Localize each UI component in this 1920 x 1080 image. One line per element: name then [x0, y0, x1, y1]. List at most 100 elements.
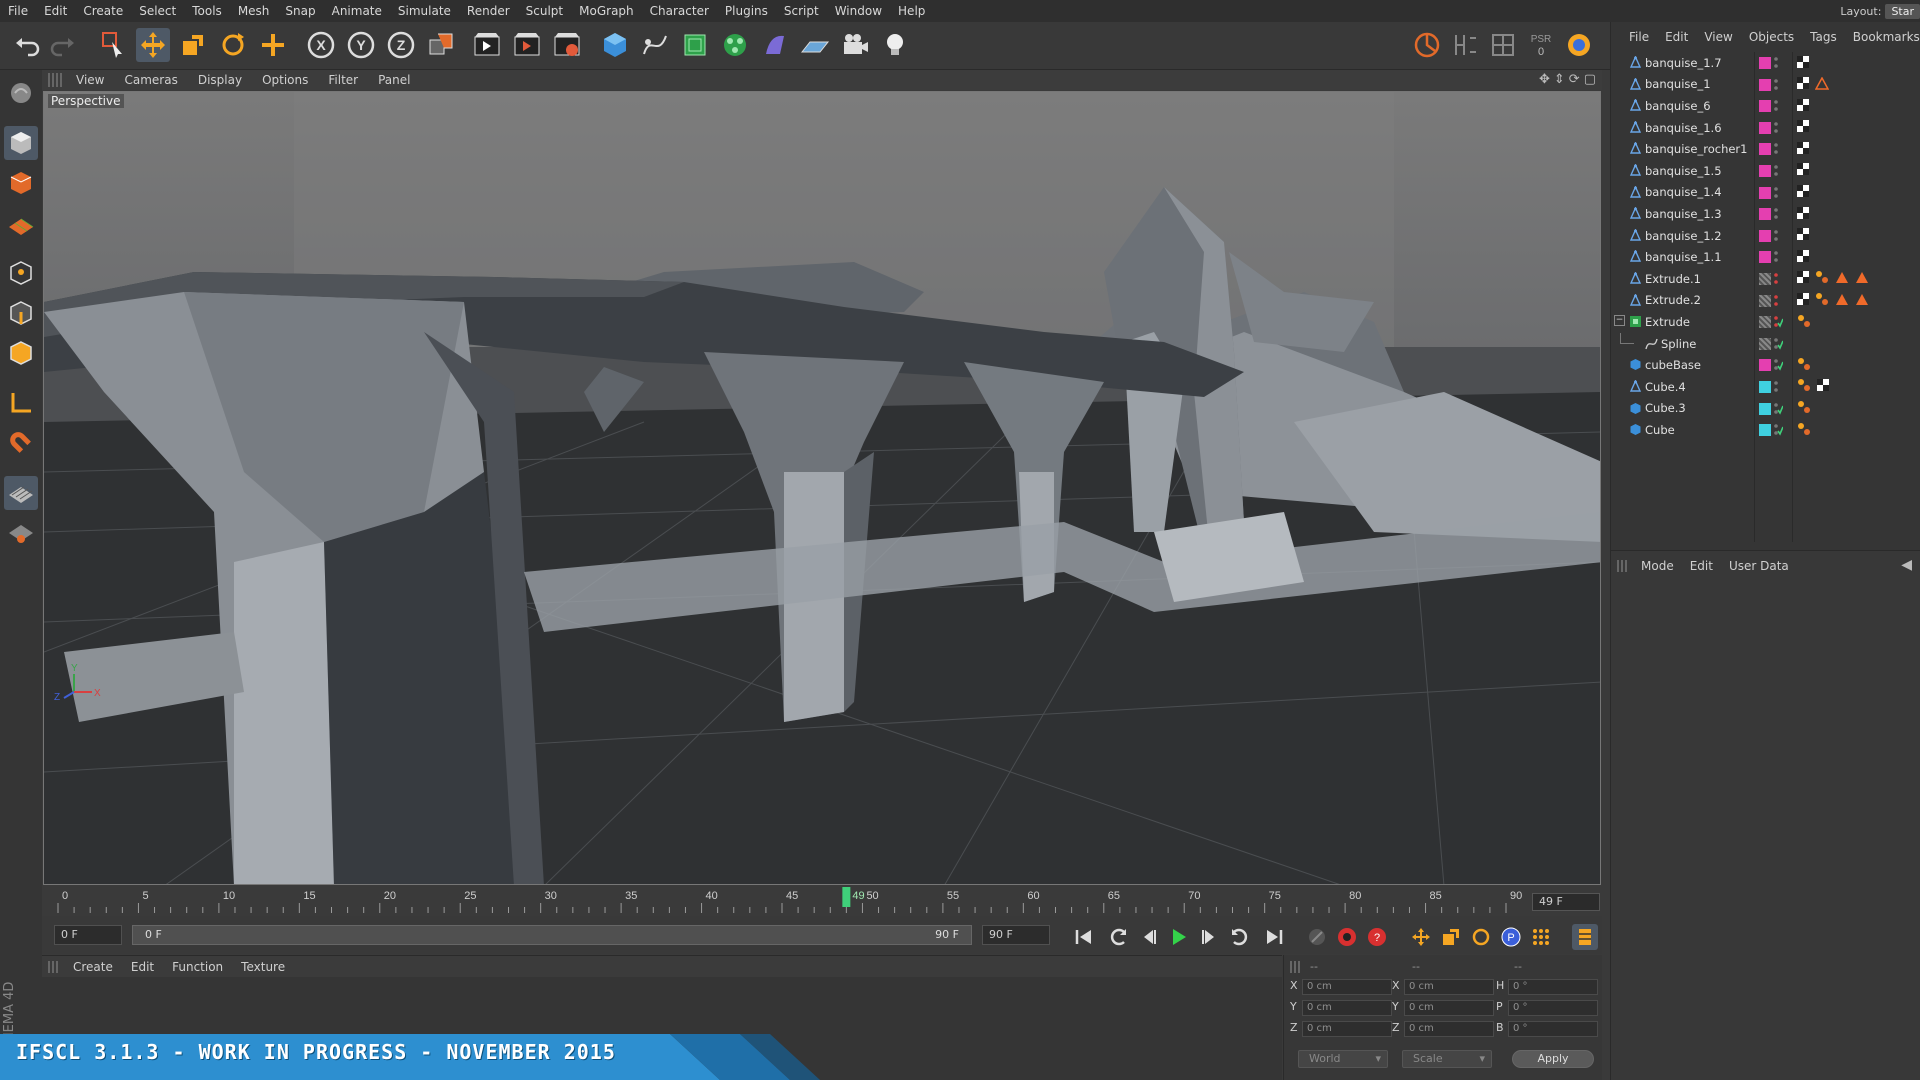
- layer-color-swatch[interactable]: [1759, 294, 1771, 307]
- layer-color-swatch[interactable]: [1759, 359, 1771, 372]
- visibility-dots-icon[interactable]: [1773, 120, 1783, 136]
- camera-view-icon[interactable]: [1562, 28, 1596, 62]
- menu-create[interactable]: Create: [75, 0, 131, 22]
- object-name[interactable]: banquise_1.4: [1645, 185, 1722, 199]
- camera-object-icon[interactable]: [838, 28, 872, 62]
- layout-value[interactable]: Star: [1885, 3, 1920, 19]
- layer-color-swatch[interactable]: [1759, 186, 1771, 199]
- coordinate-value-field[interactable]: 0 °: [1508, 979, 1598, 995]
- record-keys-disabled-icon[interactable]: [1304, 924, 1330, 950]
- object-row[interactable]: Spline: [1611, 332, 1920, 355]
- layer-color-swatch[interactable]: [1759, 57, 1771, 69]
- world-coordinates-icon[interactable]: [424, 28, 458, 62]
- object-name[interactable]: Cube.4: [1645, 380, 1686, 394]
- checker-tag-icon[interactable]: [1797, 206, 1809, 222]
- visibility-dots-icon[interactable]: [1773, 141, 1783, 157]
- checker-tag-icon[interactable]: [1797, 55, 1809, 71]
- viewport-menu-display[interactable]: Display: [188, 73, 252, 87]
- layout-switch-icon[interactable]: [1448, 28, 1482, 62]
- phong-tag-icon[interactable]: [1815, 292, 1829, 309]
- menu-simulate[interactable]: Simulate: [390, 0, 459, 22]
- object-row[interactable]: banquise_1.2: [1611, 225, 1920, 247]
- next-keyframe-icon[interactable]: [1226, 924, 1252, 950]
- tweak-magnet-icon[interactable]: [4, 426, 38, 460]
- object-menu-edit[interactable]: Edit: [1657, 30, 1696, 44]
- deformer-icon[interactable]: [758, 28, 792, 62]
- model-mode-icon[interactable]: [4, 126, 38, 160]
- enable-axis-icon[interactable]: [4, 386, 38, 420]
- checker-tag-icon[interactable]: [1797, 141, 1809, 157]
- apply-button[interactable]: Apply: [1512, 1050, 1594, 1068]
- zoom-view-icon[interactable]: ⇕: [1554, 72, 1565, 87]
- viewport-solo-icon[interactable]: [4, 476, 38, 510]
- previous-keyframe-icon[interactable]: [1106, 924, 1132, 950]
- timeline-scheme-icon[interactable]: [1572, 924, 1598, 950]
- coordinate-value-field[interactable]: 0 cm: [1302, 979, 1392, 995]
- current-frame-marker[interactable]: [842, 887, 851, 907]
- object-name[interactable]: banquise_1.6: [1645, 121, 1722, 135]
- viewport-menu-filter[interactable]: Filter: [318, 73, 368, 87]
- go-to-end-icon[interactable]: [1261, 924, 1287, 950]
- attribute-menu-edit[interactable]: Edit: [1682, 559, 1721, 573]
- object-name[interactable]: banquise_1.3: [1645, 207, 1722, 221]
- visibility-dots-icon[interactable]: [1773, 271, 1783, 287]
- rotate-view-icon[interactable]: ⟳: [1569, 72, 1580, 87]
- warning-tag-icon[interactable]: [1814, 76, 1830, 93]
- layer-color-swatch[interactable]: [1759, 316, 1771, 329]
- object-name[interactable]: Cube.3: [1645, 401, 1686, 415]
- visibility-dots-icon[interactable]: [1773, 379, 1783, 395]
- material-menu-create[interactable]: Create: [64, 960, 122, 974]
- checker-tag-icon[interactable]: [1797, 163, 1809, 178]
- panel-grip[interactable]: [1290, 961, 1302, 973]
- z-axis-lock-button[interactable]: Z: [384, 28, 418, 62]
- texture-mode-icon[interactable]: [4, 166, 38, 200]
- back-arrow-icon[interactable]: ◀: [1901, 557, 1912, 573]
- visibility-dots-icon[interactable]: [1773, 77, 1783, 93]
- next-frame-icon[interactable]: [1196, 924, 1222, 950]
- warning-filled-tag-icon[interactable]: [1855, 293, 1869, 309]
- timeline-ruler[interactable]: 0 5 10 15 20 25 30 35 40 45 50 55 60 65 70 75 80 85 90 49 4…: [42, 885, 1602, 915]
- object-name[interactable]: banquise_1.1: [1645, 250, 1722, 264]
- menu-render[interactable]: Render: [459, 0, 518, 22]
- viewport-menu-cameras[interactable]: Cameras: [114, 73, 187, 87]
- attribute-menu-user-data[interactable]: User Data: [1721, 559, 1797, 573]
- coordinate-value-field[interactable]: 0 °: [1508, 1000, 1598, 1016]
- checker-tag-icon[interactable]: [1797, 185, 1809, 200]
- cloner-icon[interactable]: [718, 28, 752, 62]
- key-scale-icon[interactable]: [1438, 924, 1464, 950]
- coordinate-value-field[interactable]: 0 cm: [1404, 979, 1494, 995]
- layer-color-swatch[interactable]: [1759, 380, 1771, 393]
- visibility-dots-icon[interactable]: [1773, 163, 1783, 179]
- checker-tag-icon[interactable]: [1797, 120, 1809, 135]
- material-menu-edit[interactable]: Edit: [122, 960, 163, 974]
- psr-lock-button[interactable]: PSR 0: [1524, 28, 1558, 62]
- panel-grip[interactable]: [48, 960, 60, 973]
- phong-tag-icon[interactable]: [1797, 422, 1811, 439]
- layer-color-swatch[interactable]: [1759, 100, 1771, 113]
- render-view-icon[interactable]: [470, 28, 504, 62]
- layer-color-swatch[interactable]: [1759, 143, 1771, 156]
- object-menu-objects[interactable]: Objects: [1741, 30, 1802, 44]
- subdivision-surface-icon[interactable]: [678, 28, 712, 62]
- collapse-icon[interactable]: −: [1614, 315, 1625, 327]
- y-axis-lock-button[interactable]: Y: [344, 28, 378, 62]
- visibility-dots-icon[interactable]: [1773, 293, 1783, 309]
- visibility-dots-icon[interactable]: [1773, 206, 1783, 222]
- material-menu-texture[interactable]: Texture: [232, 960, 294, 974]
- material-menu-function[interactable]: Function: [163, 960, 232, 974]
- menu-animate[interactable]: Animate: [324, 0, 390, 22]
- pen-spline-icon[interactable]: [638, 28, 672, 62]
- object-row[interactable]: banquise_1: [1611, 74, 1920, 96]
- coordinate-value-field[interactable]: 0 cm: [1302, 1000, 1392, 1016]
- object-row[interactable]: banquise_rocher1: [1611, 138, 1920, 160]
- visibility-dots-icon[interactable]: [1773, 336, 1784, 352]
- object-menu-view[interactable]: View: [1696, 30, 1740, 44]
- layer-color-swatch[interactable]: [1759, 402, 1771, 415]
- object-name[interactable]: banquise_1.2: [1645, 229, 1722, 243]
- object-row[interactable]: banquise_1.5: [1611, 160, 1920, 182]
- snapping-icon[interactable]: [1410, 28, 1444, 62]
- layer-color-swatch[interactable]: [1759, 78, 1771, 91]
- undo-icon[interactable]: [10, 28, 44, 62]
- move-view-icon[interactable]: ✥: [1539, 72, 1550, 87]
- menu-file[interactable]: File: [0, 0, 36, 22]
